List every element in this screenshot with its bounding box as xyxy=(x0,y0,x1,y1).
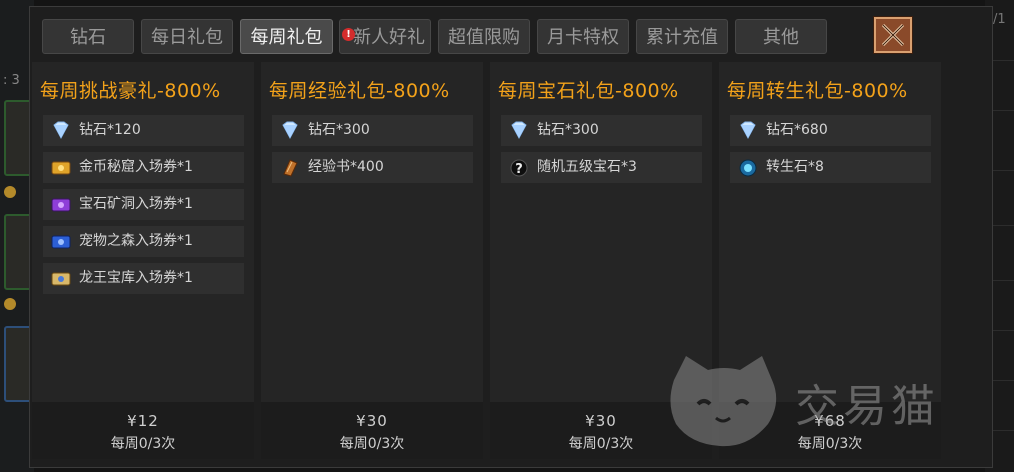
background-coin-icon xyxy=(4,186,16,198)
pack-card-weekly-gem: 每周宝石礼包-800% 钻石*300 ? 随机五级宝石*3 xyxy=(490,62,712,402)
svg-text:?: ? xyxy=(515,162,523,177)
reward-item[interactable]: 钻石*680 xyxy=(730,115,931,146)
cat-logo-icon xyxy=(670,356,777,447)
tab-weekly-pack[interactable]: 每周礼包 xyxy=(240,19,333,54)
close-icon xyxy=(881,23,905,47)
tab-diamond[interactable]: 钻石 xyxy=(42,19,134,54)
pack-title: 每周挑战豪礼-800% xyxy=(40,80,221,102)
pack-title: 每周经验礼包-800% xyxy=(269,80,450,102)
pack-title: 每周宝石礼包-800% xyxy=(498,80,679,102)
reward-item[interactable]: ? 随机五级宝石*3 xyxy=(501,152,702,183)
pack-card-weekly-rebirth: 每周转生礼包-800% 钻石*680 转生石*8 xyxy=(719,62,941,402)
tab-limited-offer[interactable]: 超值限购 xyxy=(438,19,530,54)
dragon-ticket-icon xyxy=(51,272,71,286)
purchase-limit: 每周0/3次 xyxy=(339,436,405,452)
watermark-text: 交易猫 xyxy=(795,381,939,432)
reward-item[interactable]: 龙王宝库入场券*1 xyxy=(43,263,244,294)
exp-book-icon xyxy=(283,159,298,177)
pack-footer[interactable]: ¥12 每周0/3次 xyxy=(32,402,254,459)
blue-ticket-icon xyxy=(51,235,71,249)
purchase-limit: 每周0/3次 xyxy=(110,436,176,452)
rebirth-stone-icon xyxy=(739,159,757,177)
background-coin-icon xyxy=(4,298,16,310)
diamond-icon xyxy=(282,121,298,140)
close-button[interactable] xyxy=(873,16,913,54)
reward-item[interactable]: 转生石*8 xyxy=(730,152,931,183)
diamond-icon xyxy=(511,121,527,140)
diamond-icon xyxy=(53,121,69,140)
background-label-left: : 3 xyxy=(3,73,20,88)
tab-cumulative-recharge[interactable]: 累计充值 xyxy=(636,19,728,54)
reward-item[interactable]: 钻石*300 xyxy=(501,115,702,146)
purple-ticket-icon xyxy=(51,198,71,212)
pack-card-weekly-challenge: 每周挑战豪礼-800% 钻石*120 金币秘窟入场券*1 宝石矿洞入场券*1 宠… xyxy=(32,62,254,402)
notification-badge-icon: ! xyxy=(342,28,355,41)
reward-item[interactable]: 金币秘窟入场券*1 xyxy=(43,152,244,183)
background-label-right: /1 xyxy=(993,12,1006,27)
diamond-icon xyxy=(740,121,756,140)
reward-item[interactable]: 宝石矿洞入场券*1 xyxy=(43,189,244,220)
tab-newbie-gift[interactable]: ! 新人好礼 xyxy=(339,19,431,54)
pack-title: 每周转生礼包-800% xyxy=(727,80,908,102)
pack-price: ¥30 xyxy=(356,412,388,430)
reward-item[interactable]: 经验书*400 xyxy=(272,152,473,183)
tab-other[interactable]: 其他 xyxy=(735,19,827,54)
mystery-gem-icon: ? xyxy=(510,159,528,177)
pack-card-weekly-exp: 每周经验礼包-800% 钻石*300 经验书*400 xyxy=(261,62,483,402)
tab-daily-pack[interactable]: 每日礼包 xyxy=(141,19,233,54)
pack-price: ¥12 xyxy=(127,412,159,430)
reward-item[interactable]: 钻石*300 xyxy=(272,115,473,146)
reward-item[interactable]: 钻石*120 xyxy=(43,115,244,146)
tab-monthly-card[interactable]: 月卡特权 xyxy=(537,19,629,54)
pack-footer[interactable]: ¥30 每周0/3次 xyxy=(261,402,483,459)
reward-item[interactable]: 宠物之森入场券*1 xyxy=(43,226,244,257)
watermark: 交易猫 xyxy=(664,352,994,452)
gold-ticket-icon xyxy=(51,161,71,175)
